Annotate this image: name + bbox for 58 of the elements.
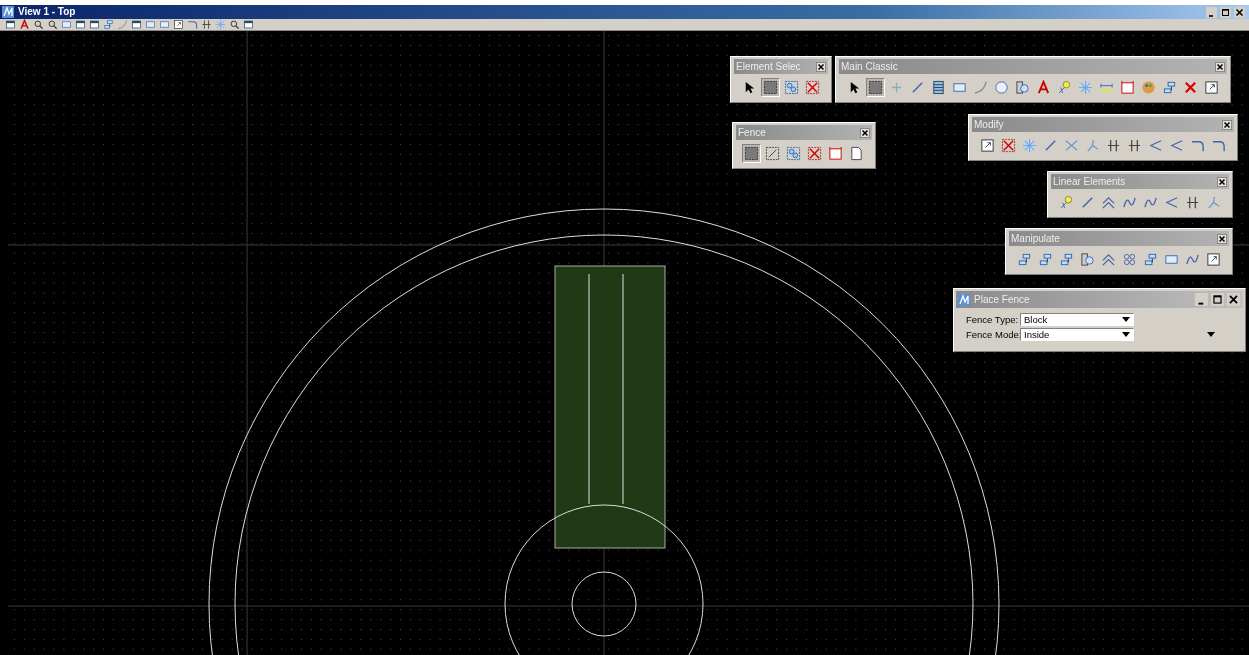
block-icon[interactable] bbox=[866, 78, 885, 97]
close-icon[interactable] bbox=[1215, 61, 1225, 72]
maximize-icon[interactable] bbox=[1219, 6, 1232, 18]
palette-title: Main Classic bbox=[841, 61, 898, 72]
minimize-icon[interactable] bbox=[1194, 293, 1209, 306]
rectangle-icon[interactable] bbox=[158, 19, 171, 30]
caret-icon[interactable] bbox=[1122, 317, 1130, 322]
circle-icon[interactable] bbox=[992, 78, 1011, 97]
close-icon[interactable] bbox=[1226, 293, 1241, 306]
palette-title: Element Selec bbox=[736, 61, 801, 72]
modify-box-icon[interactable] bbox=[1204, 250, 1223, 269]
cross-box-icon[interactable] bbox=[805, 144, 824, 163]
maximize-icon[interactable] bbox=[1210, 293, 1225, 306]
cross-box-icon[interactable] bbox=[803, 78, 822, 97]
close-icon[interactable] bbox=[1217, 233, 1227, 244]
modify-box-icon[interactable] bbox=[978, 136, 997, 155]
cross-box-icon[interactable] bbox=[999, 136, 1018, 155]
expand-caret-icon[interactable] bbox=[1207, 331, 1215, 337]
caret-icon[interactable] bbox=[1122, 332, 1130, 337]
close-icon[interactable] bbox=[1217, 176, 1227, 187]
text-tool-icon[interactable] bbox=[18, 19, 31, 30]
palette-title: Linear Elements bbox=[1053, 176, 1126, 187]
close-icon[interactable] bbox=[1233, 6, 1246, 18]
app-icon bbox=[958, 293, 970, 306]
linked-box-icon[interactable] bbox=[784, 144, 803, 163]
app-icon bbox=[2, 6, 14, 18]
zoom-icon[interactable] bbox=[228, 19, 241, 30]
dialog-title: Place Fence bbox=[974, 294, 1030, 305]
modify-box-icon[interactable] bbox=[1202, 78, 1221, 97]
window-icon[interactable] bbox=[242, 19, 255, 30]
cell-icon[interactable] bbox=[1013, 78, 1032, 97]
window-icon[interactable] bbox=[4, 19, 17, 30]
dashed-box-icon[interactable] bbox=[763, 144, 782, 163]
palette-title: Modify bbox=[974, 119, 1004, 130]
hash-icon[interactable] bbox=[200, 19, 213, 30]
palette-title: Fence bbox=[738, 127, 766, 138]
window-icon[interactable] bbox=[74, 19, 87, 30]
palette-icon[interactable] bbox=[1139, 78, 1158, 97]
window-icon[interactable] bbox=[88, 19, 101, 30]
modify-box-icon[interactable] bbox=[172, 19, 185, 30]
zoom-icon[interactable] bbox=[32, 19, 45, 30]
dropdown[interactable]: Block bbox=[1020, 313, 1134, 326]
corner-icon[interactable] bbox=[186, 19, 199, 30]
block-icon[interactable] bbox=[742, 144, 761, 163]
window-title: View 1 - Top bbox=[18, 6, 76, 18]
palette-title: Manipulate bbox=[1011, 233, 1060, 244]
window-icon[interactable] bbox=[130, 19, 143, 30]
minimize-icon[interactable] bbox=[1205, 6, 1218, 18]
zoom-icon[interactable] bbox=[46, 19, 59, 30]
close-icon[interactable] bbox=[860, 127, 870, 138]
close-icon[interactable] bbox=[816, 61, 826, 72]
dropdown[interactable]: Inside bbox=[1020, 328, 1134, 341]
frame-icon[interactable] bbox=[826, 144, 845, 163]
field-label: Fence Type: bbox=[966, 314, 1016, 325]
frame-icon[interactable] bbox=[1118, 78, 1137, 97]
block-icon[interactable] bbox=[761, 78, 780, 97]
close-icon[interactable] bbox=[1222, 119, 1232, 130]
cell-icon[interactable] bbox=[1078, 250, 1097, 269]
